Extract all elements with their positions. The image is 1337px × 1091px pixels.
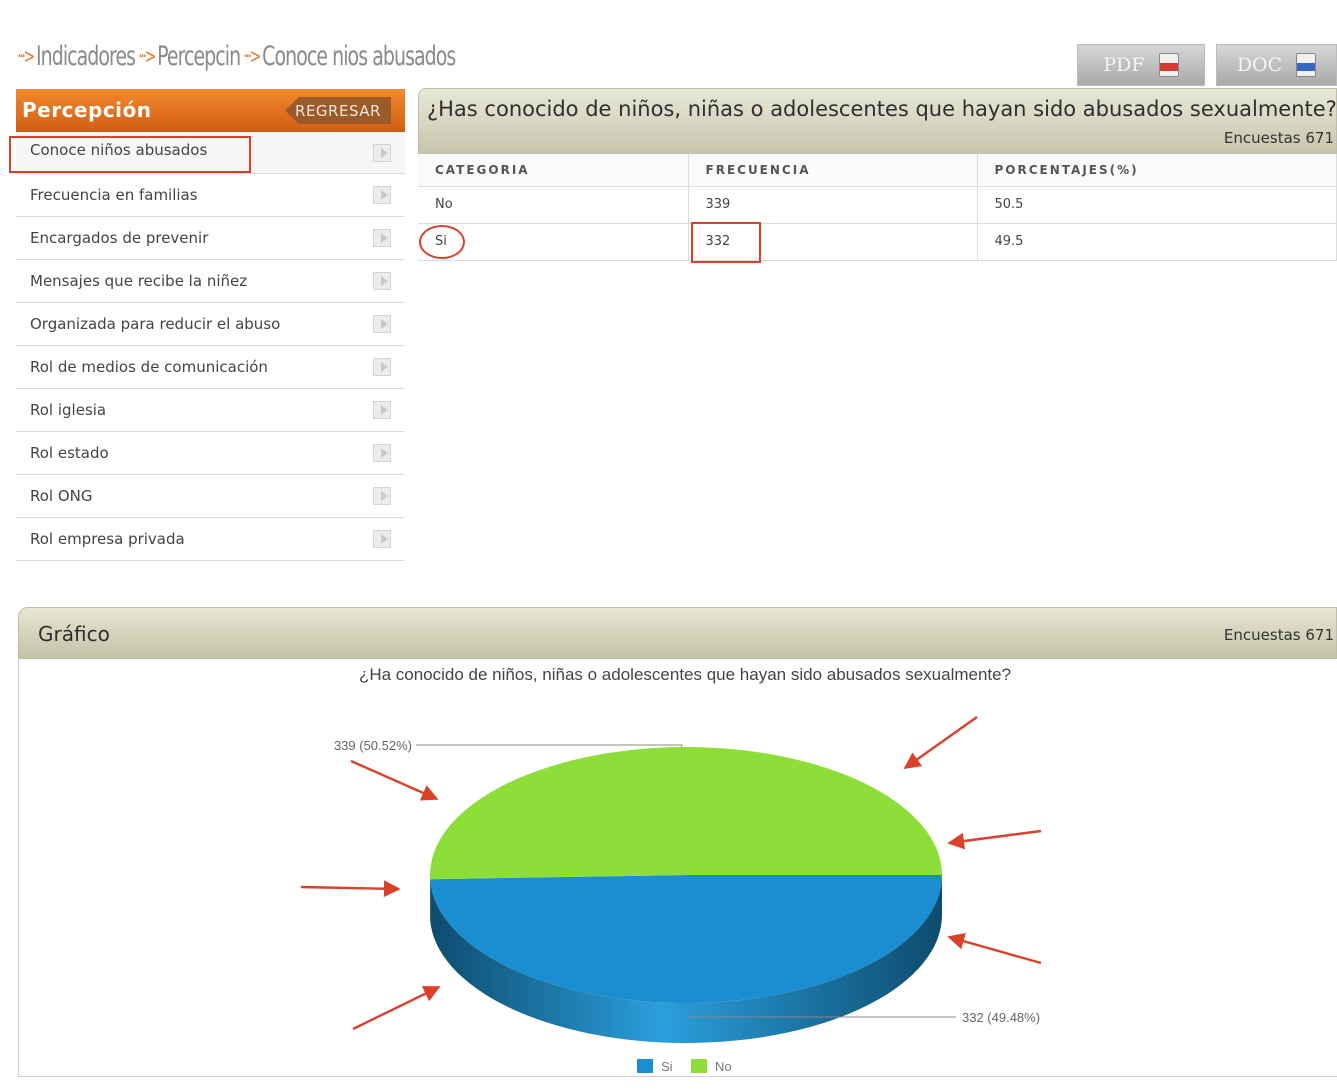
pdf-file-icon (1158, 53, 1179, 77)
table-row: No 339 50.5 (418, 186, 1337, 224)
sidebar-item-label: Rol ONG (30, 487, 93, 505)
doc-export-button[interactable]: DOC (1216, 44, 1337, 86)
sidebar-item-rol-iglesia[interactable]: Rol iglesia (16, 389, 405, 432)
column-header-porcentajes: PORCENTAJES(%) (977, 154, 1337, 187)
arrow-right-icon (373, 229, 391, 247)
red-arrow-annotation (300, 880, 401, 898)
question-header: ¿Has conocido de niños, niñas o adolesce… (418, 88, 1337, 154)
red-arrow-annotation (947, 933, 1042, 965)
breadcrumb-arrow-icon: ···> (138, 44, 156, 68)
arrow-right-icon (373, 487, 391, 505)
red-arrow-annotation (903, 716, 978, 769)
column-header-categoria: CATEGORIA (418, 154, 689, 187)
data-label-leader-line (416, 744, 683, 748)
pie-chart: ¿Ha conocido de niños, niñas o adolescen… (300, 665, 1042, 1074)
data-label-si: 332 (49.48%) (962, 1010, 1040, 1025)
table-header-row: CATEGORIA FRECUENCIA PORCENTAJES(%) (418, 154, 1337, 187)
legend-label-no: No (715, 1059, 732, 1074)
legend-swatch-si (637, 1059, 653, 1073)
pie-group: 332 (49.48%) 339 (50.52%) (334, 738, 1040, 1043)
red-arrow-annotation (352, 985, 441, 1031)
table-cell-category: No (418, 186, 689, 224)
legend-swatch-no (691, 1059, 707, 1073)
sidebar-item-label: Mensajes que recibe la niñez (30, 272, 248, 290)
table-cell-percentage: 49.5 (977, 223, 1337, 261)
back-button[interactable]: REGRESAR (285, 97, 391, 124)
sidebar-item-mensajes-ninez[interactable]: Mensajes que recibe la niñez (16, 260, 405, 303)
arrow-right-icon (373, 272, 391, 290)
sidebar-item-encargados-de-prevenir[interactable]: Encargados de prevenir (16, 217, 405, 260)
sidebar-item-label: Rol iglesia (30, 401, 107, 419)
results-table: CATEGORIA FRECUENCIA PORCENTAJES(%) No 3… (418, 154, 1337, 261)
breadcrumb-item-current: Conoce nios abusados (262, 40, 456, 72)
arrow-right-icon (373, 358, 391, 376)
circle-annotation (419, 225, 465, 259)
arrow-right-icon (373, 444, 391, 462)
sidebar-item-frecuencia-en-familias[interactable]: Frecuencia en familias (16, 174, 405, 217)
sidebar-item-label: Rol estado (30, 444, 109, 462)
arrow-right-icon (373, 144, 391, 162)
sidebar-item-rol-empresa-privada[interactable]: Rol empresa privada (16, 518, 405, 561)
arrow-right-icon (373, 530, 391, 548)
breadcrumb-item-percepcion[interactable]: Percepcin (157, 41, 241, 72)
legend-label-si: Si (661, 1059, 673, 1074)
chart-panel-title: Gráfico (38, 622, 110, 646)
sidebar-item-rol-medios[interactable]: Rol de medios de comunicación (16, 346, 405, 389)
sidebar-title: Percepción (22, 98, 152, 122)
sidebar-item-organizada-reducir-abuso[interactable]: Organizada para reducir el abuso (16, 303, 405, 346)
data-label-no: 339 (50.52%) (334, 738, 412, 753)
chart-panel-header: Gráfico Encuestas 671 (18, 607, 1337, 659)
sidebar-item-label: Organizada para reducir el abuso (30, 315, 281, 333)
arrow-right-icon (373, 401, 391, 419)
chart-legend: Si No (637, 1059, 732, 1074)
breadcrumb-arrow-icon: ···> (243, 44, 261, 68)
breadcrumb-arrow-icon: ···> (17, 44, 35, 68)
box-annotation (691, 222, 761, 263)
breadcrumb-item-indicadores[interactable]: Indicadores (36, 41, 136, 72)
pdf-label: PDF (1103, 54, 1145, 76)
chart-title: ¿Ha conocido de niños, niñas o adolescen… (359, 665, 1011, 684)
sidebar-item-label: Rol empresa privada (30, 530, 185, 548)
sidebar-item-rol-estado[interactable]: Rol estado (16, 432, 405, 475)
survey-count: Encuestas 671 (1223, 626, 1334, 644)
arrow-right-icon (373, 315, 391, 333)
sidebar-menu: Conoce niños abusados Frecuencia en fami… (16, 132, 405, 561)
red-arrow-annotation (350, 759, 439, 801)
table-row: Si 332 49.5 (418, 223, 1337, 261)
sidebar-item-rol-ong[interactable]: Rol ONG (16, 475, 405, 518)
survey-count: Encuestas 671 (1223, 129, 1334, 147)
question-title: ¿Has conocido de niños, niñas o adolesce… (427, 97, 1337, 121)
chart-area: ¿Ha conocido de niños, niñas o adolescen… (18, 659, 1337, 1077)
sidebar-item-label: Frecuencia en familias (30, 186, 198, 204)
breadcrumb: ···> Indicadores ···> Percepcin ···> Con… (14, 36, 456, 76)
sidebar-item-label: Encargados de prevenir (30, 229, 209, 247)
pie-slice-no[interactable] (430, 747, 942, 880)
column-header-frecuencia: FRECUENCIA (688, 154, 978, 187)
pdf-export-button[interactable]: PDF (1077, 44, 1205, 86)
sidebar-item-label: Rol de medios de comunicación (30, 358, 268, 376)
doc-file-icon (1296, 53, 1317, 77)
sidebar-header: Percepción REGRESAR (16, 89, 405, 132)
doc-label: DOC (1236, 54, 1283, 76)
red-arrow-annotation (947, 829, 1042, 850)
table-cell-frequency: 339 (688, 186, 978, 224)
highlight-annotation-box (9, 136, 251, 173)
arrow-right-icon (373, 186, 391, 204)
table-cell-percentage: 50.5 (977, 186, 1337, 224)
